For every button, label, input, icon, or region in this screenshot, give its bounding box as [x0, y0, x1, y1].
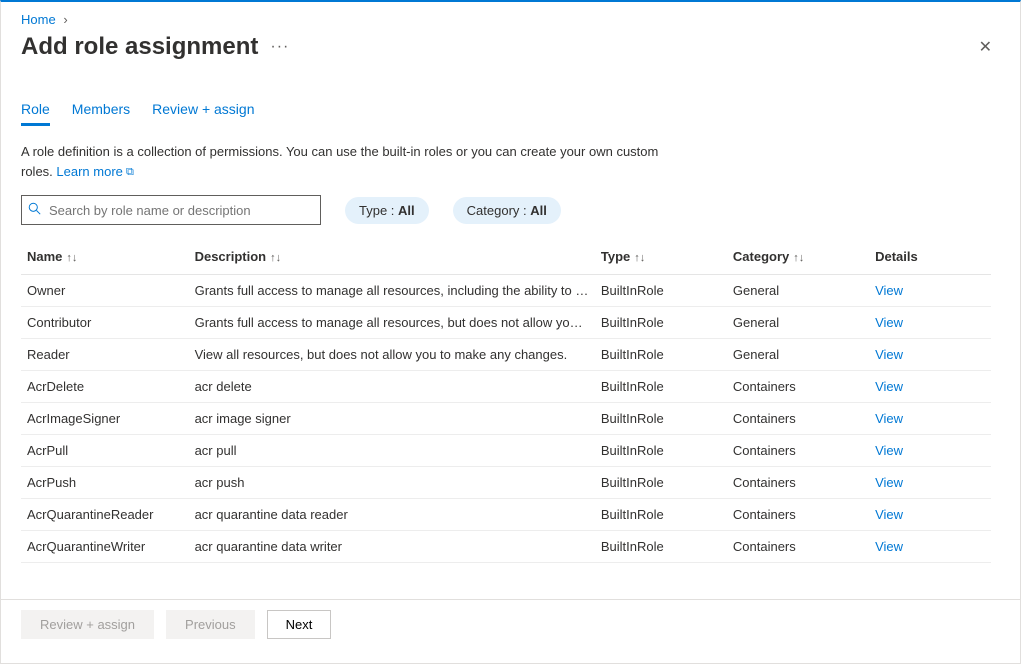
- scroll-region[interactable]: Role Members Review + assign A role defi…: [1, 71, 1020, 599]
- previous-button: Previous: [166, 610, 255, 639]
- description-text: A role definition is a collection of per…: [21, 142, 661, 181]
- view-link[interactable]: View: [875, 347, 903, 362]
- table-row[interactable]: OwnerGrants full access to manage all re…: [21, 275, 991, 307]
- role-type: BuiltInRole: [595, 467, 727, 499]
- role-description: acr pull: [189, 435, 595, 467]
- roles-table: Name↑↓ Description↑↓ Type↑↓ Category↑↓ D…: [21, 239, 991, 563]
- table-row[interactable]: AcrPullacr pullBuiltInRoleContainers View: [21, 435, 991, 467]
- tab-members[interactable]: Members: [72, 95, 130, 126]
- role-category: Containers: [727, 403, 869, 435]
- role-category: Containers: [727, 371, 869, 403]
- role-description: acr quarantine data writer: [189, 531, 595, 563]
- role-description: Grants full access to manage all resourc…: [189, 307, 595, 339]
- filter-category[interactable]: Category : All: [453, 197, 561, 224]
- role-type: BuiltInRole: [595, 339, 727, 371]
- title-bar: Add role assignment ··· ✕: [1, 31, 1020, 71]
- view-link[interactable]: View: [875, 475, 903, 490]
- tab-role[interactable]: Role: [21, 95, 50, 126]
- role-name: Reader: [21, 339, 189, 371]
- table-row[interactable]: ContributorGrants full access to manage …: [21, 307, 991, 339]
- role-type: BuiltInRole: [595, 403, 727, 435]
- role-name: Contributor: [21, 307, 189, 339]
- col-type[interactable]: Type↑↓: [595, 239, 727, 275]
- page-title: Add role assignment: [21, 33, 258, 61]
- sort-icon: ↑↓: [62, 252, 77, 264]
- role-category: Containers: [727, 435, 869, 467]
- role-type: BuiltInRole: [595, 499, 727, 531]
- role-category: General: [727, 339, 869, 371]
- close-icon[interactable]: ✕: [971, 31, 1000, 63]
- role-category: General: [727, 275, 869, 307]
- role-description: acr quarantine data reader: [189, 499, 595, 531]
- chevron-right-icon: ›: [59, 12, 71, 27]
- view-link[interactable]: View: [875, 379, 903, 394]
- panel-add-role-assignment: Home › Add role assignment ··· ✕ Role Me…: [0, 0, 1021, 664]
- role-name: AcrPush: [21, 467, 189, 499]
- role-description: acr delete: [189, 371, 595, 403]
- horizontal-scrollbar[interactable]: [1, 649, 1020, 663]
- role-type: BuiltInRole: [595, 435, 727, 467]
- filter-type[interactable]: Type : All: [345, 197, 429, 224]
- external-link-icon: ⧉: [123, 166, 134, 178]
- tab-review-assign[interactable]: Review + assign: [152, 95, 254, 126]
- learn-more-link[interactable]: Learn more ⧉: [56, 164, 133, 179]
- role-type: BuiltInRole: [595, 531, 727, 563]
- tabs: Role Members Review + assign: [21, 95, 1000, 126]
- role-name: Owner: [21, 275, 189, 307]
- role-description: acr push: [189, 467, 595, 499]
- role-name: AcrPull: [21, 435, 189, 467]
- footer-bar: Review + assign Previous Next: [1, 599, 1020, 649]
- role-description: View all resources, but does not allow y…: [189, 339, 595, 371]
- table-row[interactable]: AcrDeleteacr deleteBuiltInRoleContainers…: [21, 371, 991, 403]
- table-header-row: Name↑↓ Description↑↓ Type↑↓ Category↑↓ D…: [21, 239, 991, 275]
- role-type: BuiltInRole: [595, 275, 727, 307]
- more-icon[interactable]: ···: [270, 38, 289, 56]
- table-row[interactable]: AcrPushacr pushBuiltInRoleContainers View: [21, 467, 991, 499]
- role-name: AcrImageSigner: [21, 403, 189, 435]
- sort-icon: ↑↓: [630, 252, 645, 264]
- role-name: AcrQuarantineWriter: [21, 531, 189, 563]
- role-category: Containers: [727, 499, 869, 531]
- view-link[interactable]: View: [875, 539, 903, 554]
- table-row[interactable]: ReaderView all resources, but does not a…: [21, 339, 991, 371]
- role-description: Grants full access to manage all resourc…: [189, 275, 595, 307]
- role-description: acr image signer: [189, 403, 595, 435]
- role-category: Containers: [727, 467, 869, 499]
- col-name[interactable]: Name↑↓: [21, 239, 189, 275]
- col-description[interactable]: Description↑↓: [189, 239, 595, 275]
- role-category: General: [727, 307, 869, 339]
- search-input-wrapper[interactable]: [21, 195, 321, 225]
- next-button[interactable]: Next: [267, 610, 332, 639]
- view-link[interactable]: View: [875, 443, 903, 458]
- filter-bar: Type : All Category : All: [21, 195, 1000, 225]
- sort-icon: ↑↓: [266, 252, 281, 264]
- view-link[interactable]: View: [875, 507, 903, 522]
- breadcrumb: Home ›: [1, 2, 1020, 31]
- role-name: AcrQuarantineReader: [21, 499, 189, 531]
- view-link[interactable]: View: [875, 411, 903, 426]
- table-row[interactable]: AcrImageSigneracr image signerBuiltInRol…: [21, 403, 991, 435]
- role-category: Containers: [727, 531, 869, 563]
- col-details: Details: [869, 239, 991, 275]
- table-row[interactable]: AcrQuarantineWriteracr quarantine data w…: [21, 531, 991, 563]
- role-name: AcrDelete: [21, 371, 189, 403]
- review-assign-button: Review + assign: [21, 610, 154, 639]
- col-category[interactable]: Category↑↓: [727, 239, 869, 275]
- view-link[interactable]: View: [875, 283, 903, 298]
- breadcrumb-home[interactable]: Home: [21, 12, 56, 27]
- role-type: BuiltInRole: [595, 307, 727, 339]
- view-link[interactable]: View: [875, 315, 903, 330]
- table-row[interactable]: AcrQuarantineReaderacr quarantine data r…: [21, 499, 991, 531]
- search-icon: [28, 202, 41, 218]
- search-input[interactable]: [47, 202, 314, 219]
- role-type: BuiltInRole: [595, 371, 727, 403]
- sort-icon: ↑↓: [789, 252, 804, 264]
